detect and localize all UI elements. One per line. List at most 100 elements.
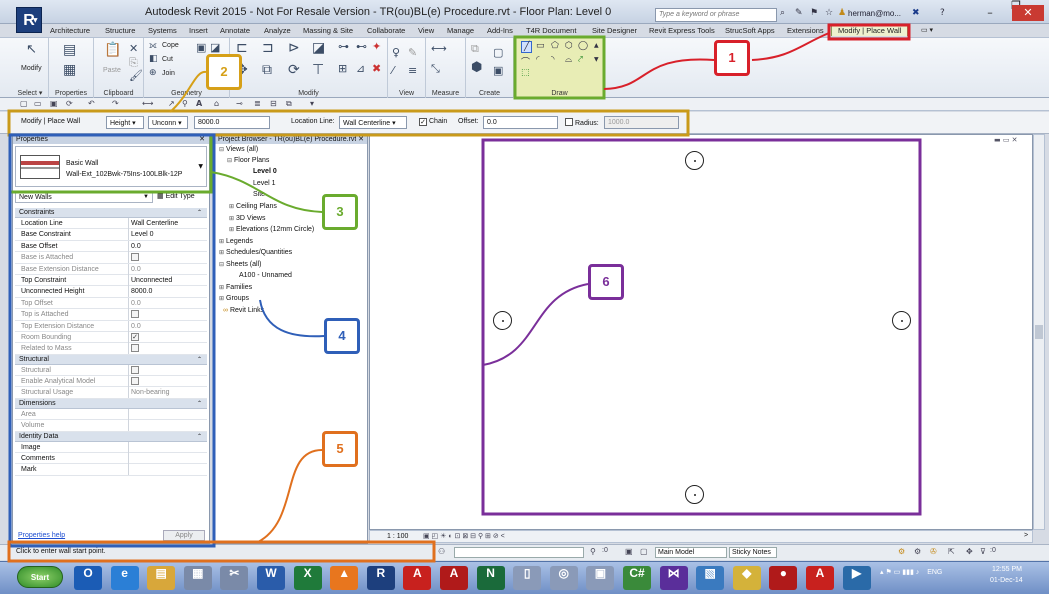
design-option-select[interactable]: Main Model xyxy=(655,547,727,558)
property-category[interactable]: Dimensions ⌃ xyxy=(15,398,207,409)
start-end-arc-icon[interactable]: ⌒ xyxy=(521,55,530,68)
property-value[interactable] xyxy=(128,464,207,476)
property-value[interactable]: Wall Centerline xyxy=(128,218,207,229)
trim-icon[interactable]: ⊤ xyxy=(312,62,324,78)
subscription-icon[interactable]: ✎ xyxy=(795,8,803,18)
measure-qat-icon[interactable]: ⟷ xyxy=(142,99,153,108)
browser-item[interactable]: Level 1 xyxy=(253,180,276,187)
draw-scroll-up-icon[interactable]: ▲ xyxy=(594,42,599,49)
close-icon[interactable]: ✕ xyxy=(199,135,205,144)
elevation-marker-west[interactable] xyxy=(493,311,512,330)
radius-checkbox[interactable]: Radius: xyxy=(562,116,602,129)
apply-button[interactable]: Apply xyxy=(163,530,205,541)
tab-site-designer[interactable]: Site Designer xyxy=(592,26,637,35)
inscribed-polygon-icon[interactable]: ⬠ xyxy=(551,41,559,51)
elevation-marker-east[interactable] xyxy=(892,311,911,330)
height-value-input[interactable]: 8000.0 xyxy=(194,116,270,129)
collapse-icon[interactable]: ⌃ xyxy=(197,355,202,365)
vertical-scrollbar[interactable] xyxy=(1033,134,1045,530)
exchange-apps-icon[interactable]: ✖ xyxy=(912,8,920,18)
tab-manage[interactable]: Manage xyxy=(447,26,474,35)
communication-icon[interactable]: ⚑ xyxy=(810,8,818,18)
browser-item[interactable]: ⊞ Elevations (12mm Circle) xyxy=(229,226,314,233)
array-icon[interactable]: ⊞ xyxy=(338,62,347,75)
browser-item[interactable]: ⊞ Schedules/Quantities xyxy=(219,249,292,256)
taskbar-app[interactable]: A xyxy=(806,566,834,590)
taskbar-app[interactable]: O xyxy=(74,566,102,590)
select-underlay-icon[interactable]: ⚙ xyxy=(914,547,921,556)
cope-icon[interactable]: ⟗ xyxy=(149,41,157,51)
taskbar-app[interactable]: ▲ xyxy=(330,566,359,590)
offset-icon[interactable]: ⊐ xyxy=(262,40,274,56)
tree-toggle-icon[interactable]: ⊟ xyxy=(219,147,224,153)
taskbar-app[interactable]: ▦ xyxy=(183,566,212,590)
tab-add-ins[interactable]: Add-Ins xyxy=(487,26,513,35)
drag-elements-icon[interactable]: ✥ xyxy=(966,547,973,556)
sync-icon[interactable]: ⟳ xyxy=(66,99,73,108)
taskbar-app[interactable]: A xyxy=(403,566,432,590)
view-scale[interactable]: 1 : 100 xyxy=(387,533,408,540)
browser-item[interactable]: ⊟ Views (all) xyxy=(219,146,258,153)
text-qat-icon[interactable]: A xyxy=(196,99,202,108)
select-panel-label[interactable]: Select ▾ xyxy=(12,89,48,97)
tree-toggle-icon[interactable]: ⊞ xyxy=(219,296,224,302)
switch-windows-qat-icon[interactable]: ⧉ xyxy=(286,99,292,109)
browser-item[interactable]: Site xyxy=(253,191,265,198)
property-value[interactable] xyxy=(128,441,207,453)
select-links-icon[interactable]: ⚙ xyxy=(898,547,905,556)
taskbar-app[interactable]: A xyxy=(440,566,468,590)
drawing-canvas[interactable] xyxy=(369,134,1033,530)
tree-toggle-icon[interactable]: ⊞ xyxy=(219,285,224,291)
thin-lines-icon[interactable]: ≡ xyxy=(408,64,417,77)
tangent-arc-icon[interactable]: ◝ xyxy=(551,55,555,65)
cursor-icon[interactable]: ↖ xyxy=(26,42,37,57)
filter-icon[interactable]: ⊽ xyxy=(980,547,986,556)
tab-extensions[interactable]: Extensions xyxy=(787,26,824,35)
instance-filter-select[interactable]: New Walls ▼ xyxy=(15,192,153,203)
tab-collaborate[interactable]: Collaborate xyxy=(367,26,405,35)
tray-icons[interactable]: ▴ ⚑ ▭ ▮▮▮ ♪ xyxy=(880,569,919,576)
properties-header[interactable]: Properties ✕ xyxy=(13,135,209,144)
properties-help-link[interactable]: Properties help xyxy=(18,532,65,539)
taskbar-app[interactable]: ▯ xyxy=(513,566,542,590)
pin-icon[interactable]: ✦ xyxy=(372,40,381,53)
measure-icon[interactable]: ⟷ xyxy=(431,42,447,55)
tab-analyze[interactable]: Analyze xyxy=(264,26,291,35)
copy-element-icon[interactable]: ⧉ xyxy=(262,62,272,78)
selection-icon[interactable]: ▢ xyxy=(640,547,648,556)
active-workset-select[interactable] xyxy=(454,547,584,558)
new-icon[interactable]: ▢ xyxy=(20,99,28,108)
cope-label[interactable]: Cope xyxy=(162,42,179,49)
mirror-axis-icon[interactable]: ⊳ xyxy=(288,40,300,56)
delete-icon[interactable]: ✖ xyxy=(372,62,381,75)
taskbar-app[interactable]: C# xyxy=(623,566,651,590)
help-search-input[interactable]: Type a keyword or phrase xyxy=(655,8,777,22)
paint-icon[interactable]: ◪ xyxy=(210,41,220,54)
tab-strucsoft-apps[interactable]: StrucSoft Apps xyxy=(725,26,775,35)
tray-language[interactable]: ENG xyxy=(927,569,942,576)
tab-architecture[interactable]: Architecture xyxy=(50,26,90,35)
browser-item[interactable]: ⊞ Legends xyxy=(219,238,253,245)
save-icon[interactable]: ▣ xyxy=(50,99,58,108)
redo-icon[interactable]: ↷ xyxy=(112,99,119,108)
browser-item[interactable]: ⊞ 3D Views xyxy=(229,215,265,222)
tab-annotate[interactable]: Annotate xyxy=(220,26,250,35)
taskbar-app[interactable]: N xyxy=(476,566,505,590)
taskbar-app[interactable]: e xyxy=(110,566,139,590)
browser-item[interactable]: ⊞ Ceiling Plans xyxy=(229,203,277,210)
taskbar-app[interactable]: ✂ xyxy=(220,566,249,590)
match-type-icon[interactable]: 🖌 xyxy=(129,69,143,82)
circle-tool-icon[interactable]: ◯ xyxy=(578,41,588,51)
user-name[interactable]: herman@mo... xyxy=(848,9,901,18)
property-value[interactable]: 0.0 xyxy=(128,240,207,252)
circumscribed-polygon-icon[interactable]: ⬡ xyxy=(565,41,573,51)
tab-view[interactable]: View xyxy=(418,26,434,35)
tree-toggle-icon[interactable]: ⊞ xyxy=(219,239,224,245)
tree-toggle-icon[interactable]: ⊟ xyxy=(227,158,232,164)
create-group-icon[interactable]: ▢ xyxy=(493,46,503,59)
taskbar-app[interactable]: ▶ xyxy=(842,566,871,590)
browser-item[interactable]: ⊞ Groups xyxy=(219,295,249,302)
3d-view-qat-icon[interactable]: ⌂ xyxy=(214,99,219,108)
pick-faces-icon[interactable]: ⬚ xyxy=(521,68,530,78)
properties-icon[interactable]: ▤ xyxy=(63,42,76,58)
